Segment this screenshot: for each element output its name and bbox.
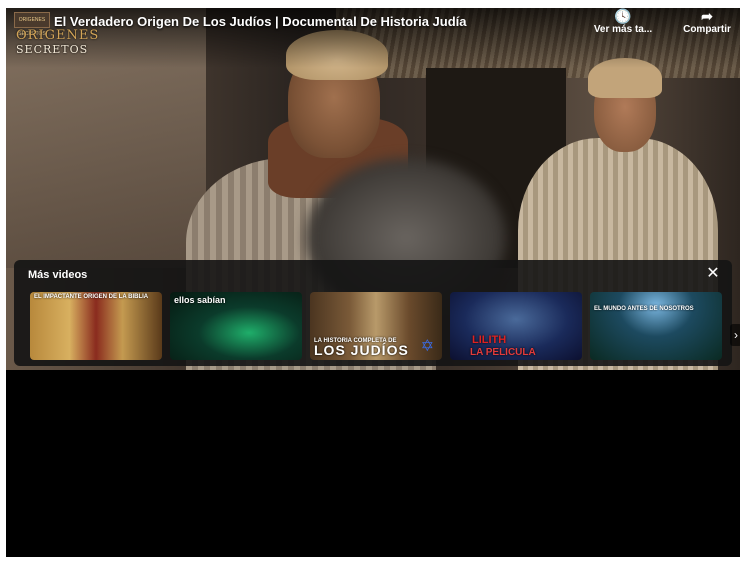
channel-watermark-logo: ORIGENES SECRETOS — [16, 28, 100, 62]
watch-later-button[interactable]: 🕓 Ver más ta... — [586, 8, 660, 35]
thumbnail-caption-subtitle: LA PELICULA — [470, 347, 536, 358]
thumbnail-caption: EL MUNDO ANTES DE NOSOTROS — [594, 306, 694, 312]
share-arrow-icon: ➦ — [701, 8, 713, 24]
thumbnail-caption: ellos sabían — [174, 295, 226, 305]
thumbnail-caption-title: LILITH — [472, 334, 507, 346]
video-player[interactable]: ORIGENES SECRETOS ORIGENES SECRETOS El V… — [6, 8, 740, 557]
thumbnail-caption-big: LOS JUDÍOS — [314, 342, 409, 358]
share-button[interactable]: ➦ Compartir — [670, 8, 740, 35]
video-thumbnail-5[interactable]: EL MUNDO ANTES DE NOSOTROS — [590, 292, 722, 360]
more-videos-panel: Más videos ✕ EL IMPACTANTE ORIGEN DE LA … — [14, 260, 732, 366]
close-icon[interactable]: ✕ — [702, 263, 724, 285]
channel-avatar[interactable]: ORIGENES SECRETOS — [14, 12, 50, 37]
video-title[interactable]: El Verdadero Origen De Los Judíos | Docu… — [54, 14, 467, 29]
star-of-david-icon: ✡ — [420, 338, 434, 355]
thumbnail-caption: EL IMPACTANTE ORIGEN DE LA BIBLIA — [34, 294, 149, 300]
watch-later-label: Ver más ta... — [593, 24, 653, 35]
video-thumbnail-4[interactable]: LILITH LA PELICULA — [450, 292, 582, 360]
video-frame[interactable]: ORIGENES SECRETOS ORIGENES SECRETOS El V… — [6, 8, 740, 370]
more-videos-title: Más videos — [28, 269, 88, 281]
video-thumbnail-2[interactable]: ellos sabían — [170, 292, 302, 360]
video-thumbnail-3[interactable]: LA HISTORIA COMPLETA DE LOS JUDÍOS ✡ — [310, 292, 442, 360]
video-thumbnail-1[interactable]: EL IMPACTANTE ORIGEN DE LA BIBLIA — [30, 292, 162, 360]
clock-icon: 🕓 — [614, 8, 632, 24]
chevron-right-icon[interactable]: › — [730, 324, 740, 346]
logo-line-2: SECRETOS — [16, 43, 89, 56]
more-videos-list: EL IMPACTANTE ORIGEN DE LA BIBLIA ellos … — [30, 292, 730, 360]
logo-line-1: ORIGENES — [16, 28, 100, 43]
share-label: Compartir — [683, 24, 731, 35]
